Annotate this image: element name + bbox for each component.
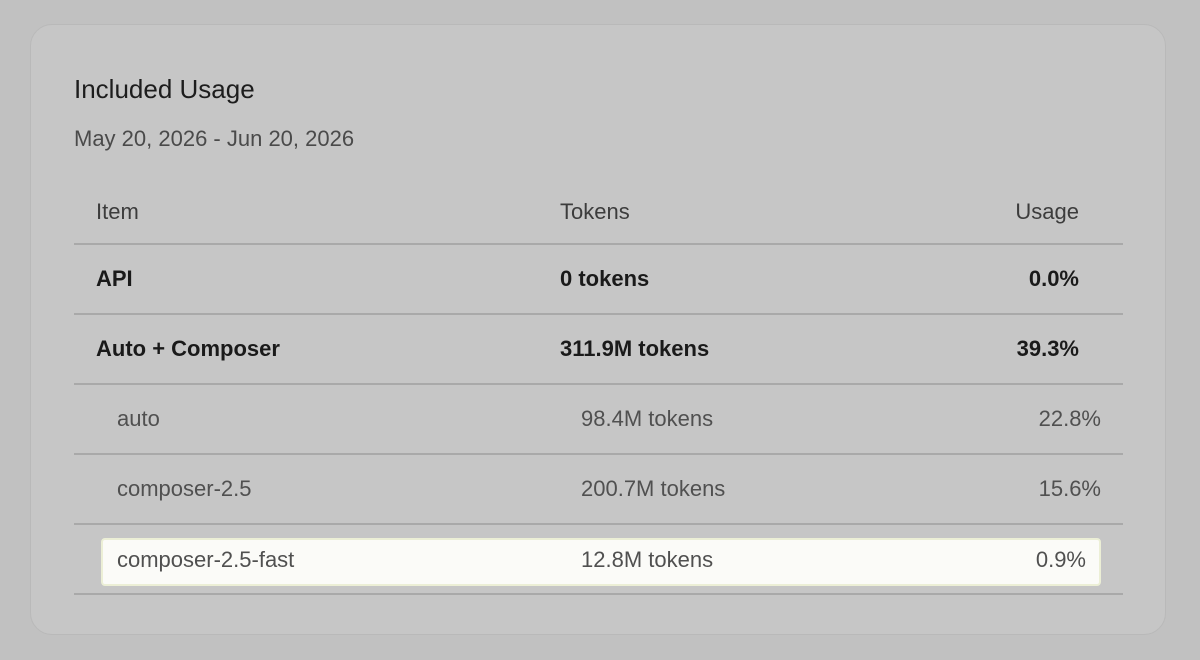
row-token-count: 0 tokens [560, 266, 650, 291]
table-row-auto[interactable]: auto 98.4M tokens 22.8% [74, 385, 1123, 455]
column-header-tokens: Tokens [560, 199, 630, 224]
row-item-name: auto [117, 406, 160, 431]
row-usage-percent: 15.6% [1038, 476, 1101, 501]
row-usage-percent: 22.8% [1038, 406, 1101, 431]
row-item-name: Auto + Composer [96, 336, 280, 361]
card-title: Included Usage [74, 74, 255, 104]
row-item-name: composer-2.5-fast [117, 547, 295, 572]
row-usage-percent: 0.9% [1035, 547, 1086, 572]
included-usage-card: Included Usage May 20, 2026 - Jun 20, 20… [30, 24, 1166, 635]
column-header-usage: Usage [1015, 199, 1079, 224]
table-row-composer-2-5[interactable]: composer-2.5 200.7M tokens 15.6% [74, 455, 1123, 525]
table-row-composer-2-5-fast[interactable]: composer-2.5-fast 12.8M tokens 0.9% [74, 525, 1123, 595]
table-row-auto-composer[interactable]: Auto + Composer 311.9M tokens 39.3% [74, 315, 1123, 385]
row-token-count: 200.7M tokens [581, 476, 726, 501]
table-header-row: Item Tokens Usage [74, 180, 1123, 245]
column-header-item: Item [96, 199, 139, 224]
row-token-count: 311.9M tokens [560, 336, 710, 361]
usage-table: Item Tokens Usage API 0 tokens 0.0% Auto… [74, 180, 1123, 595]
table-row-api[interactable]: API 0 tokens 0.0% [74, 245, 1123, 315]
billing-period-date-range: May 20, 2026 - Jun 20, 2026 [74, 126, 355, 151]
row-usage-percent: 0.0% [1028, 266, 1079, 291]
row-token-count: 12.8M tokens [581, 547, 714, 572]
row-usage-percent: 39.3% [1016, 336, 1079, 361]
row-token-count: 98.4M tokens [581, 406, 714, 431]
row-item-name: API [96, 266, 133, 291]
row-item-name: composer-2.5 [117, 476, 252, 501]
